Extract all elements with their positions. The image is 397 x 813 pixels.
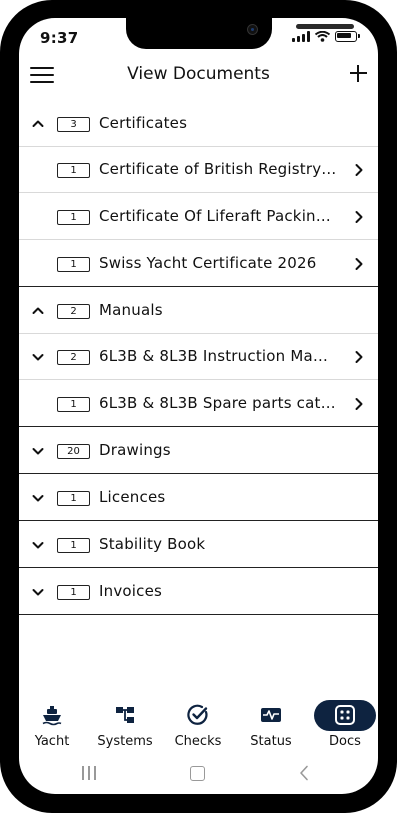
ship-icon (42, 706, 62, 726)
chevron-right-icon[interactable] (353, 397, 365, 411)
document-label: Certificate Of Liferaft Packing... (99, 207, 337, 225)
nav-checks[interactable]: Checks (163, 694, 233, 754)
count-badge: 1 (57, 210, 90, 225)
chevron-down-icon[interactable] (32, 492, 44, 504)
count-badge: 20 (57, 444, 90, 459)
notch (126, 18, 354, 49)
nav-systems[interactable]: Systems (90, 694, 160, 754)
chevron-down-icon[interactable] (32, 586, 44, 598)
count-badge: 1 (57, 491, 90, 506)
chevron-right-icon[interactable] (353, 210, 365, 224)
count-badge: 1 (57, 397, 90, 412)
systems-icon (116, 707, 134, 723)
nav-status[interactable]: Status (236, 694, 306, 754)
camera-icon (247, 24, 258, 35)
section-header-stability-book[interactable]: 1 Stability Book (19, 522, 378, 568)
chevron-right-icon[interactable] (353, 350, 365, 364)
document-label: 6L3B & 8L3B Instruction Manu... (99, 347, 337, 365)
document-item[interactable]: 1 Certificate Of Liferaft Packing... (19, 194, 378, 240)
wifi-icon (315, 31, 330, 42)
document-label: Swiss Yacht Certificate 2026 (99, 254, 317, 272)
app-header: View Documents (19, 58, 378, 92)
document-item[interactable]: 2 6L3B & 8L3B Instruction Manu... (19, 334, 378, 380)
battery-icon (335, 31, 360, 42)
nav-label-checks: Checks (174, 734, 222, 749)
chevron-up-icon[interactable] (32, 305, 44, 317)
chevron-up-icon[interactable] (32, 118, 44, 130)
app-screen: 9:37 View Documents 3 Certificates 1 Cer… (19, 18, 378, 794)
status-time: 9:37 (40, 29, 79, 47)
section-header-manuals[interactable]: 2 Manuals (19, 288, 378, 334)
nav-label-status: Status (250, 734, 292, 749)
phone-frame: 9:37 View Documents 3 Certificates 1 Cer… (0, 0, 397, 813)
pulse-icon (261, 708, 281, 722)
section-label: Licences (99, 488, 166, 506)
section-header-certificates[interactable]: 3 Certificates (19, 101, 378, 147)
count-badge: 2 (57, 350, 90, 365)
system-navigation-bar (19, 760, 378, 784)
document-item[interactable]: 1 6L3B & 8L3B Spare parts cata... (19, 381, 378, 427)
count-badge: 1 (57, 585, 90, 600)
chevron-down-icon[interactable] (32, 445, 44, 457)
nav-label-systems: Systems (97, 734, 153, 749)
count-badge: 1 (57, 163, 90, 178)
count-badge: 2 (57, 304, 90, 319)
bottom-navigation: Yacht Systems Checks Status Docs (19, 694, 378, 754)
document-item[interactable]: 1 Swiss Yacht Certificate 2026 (19, 241, 378, 287)
document-item[interactable]: 1 Certificate of British Registry ... (19, 147, 378, 193)
nav-yacht[interactable]: Yacht (19, 694, 87, 754)
count-badge: 1 (57, 538, 90, 553)
add-document-icon[interactable] (350, 65, 367, 82)
document-label: 6L3B & 8L3B Spare parts cata... (99, 394, 337, 412)
chevron-right-icon[interactable] (353, 257, 365, 271)
section-label: Manuals (99, 301, 163, 319)
check-circle-icon (187, 704, 208, 725)
home-icon[interactable] (190, 766, 205, 781)
section-header-invoices[interactable]: 1 Invoices (19, 569, 378, 615)
docs-grid-icon (335, 705, 355, 725)
chevron-down-icon[interactable] (32, 539, 44, 551)
section-header-licences[interactable]: 1 Licences (19, 475, 378, 521)
signal-icon (292, 31, 310, 42)
speaker-grille (296, 24, 354, 29)
section-label: Certificates (99, 114, 188, 132)
nav-docs[interactable]: Docs (310, 694, 378, 754)
chevron-down-icon[interactable] (32, 351, 44, 363)
section-label: Drawings (99, 441, 171, 459)
status-icons (292, 31, 360, 42)
back-icon[interactable] (299, 765, 309, 781)
page-title: View Documents (127, 64, 270, 84)
count-badge: 3 (57, 117, 90, 132)
recent-apps-icon[interactable] (82, 766, 97, 780)
section-label: Invoices (99, 582, 163, 600)
nav-label-yacht: Yacht (34, 734, 70, 749)
document-label: Certificate of British Registry ... (99, 160, 337, 178)
section-label: Stability Book (99, 535, 206, 553)
section-header-drawings[interactable]: 20 Drawings (19, 428, 378, 474)
nav-label-docs: Docs (329, 734, 361, 749)
chevron-right-icon[interactable] (353, 163, 365, 177)
count-badge: 1 (57, 257, 90, 272)
